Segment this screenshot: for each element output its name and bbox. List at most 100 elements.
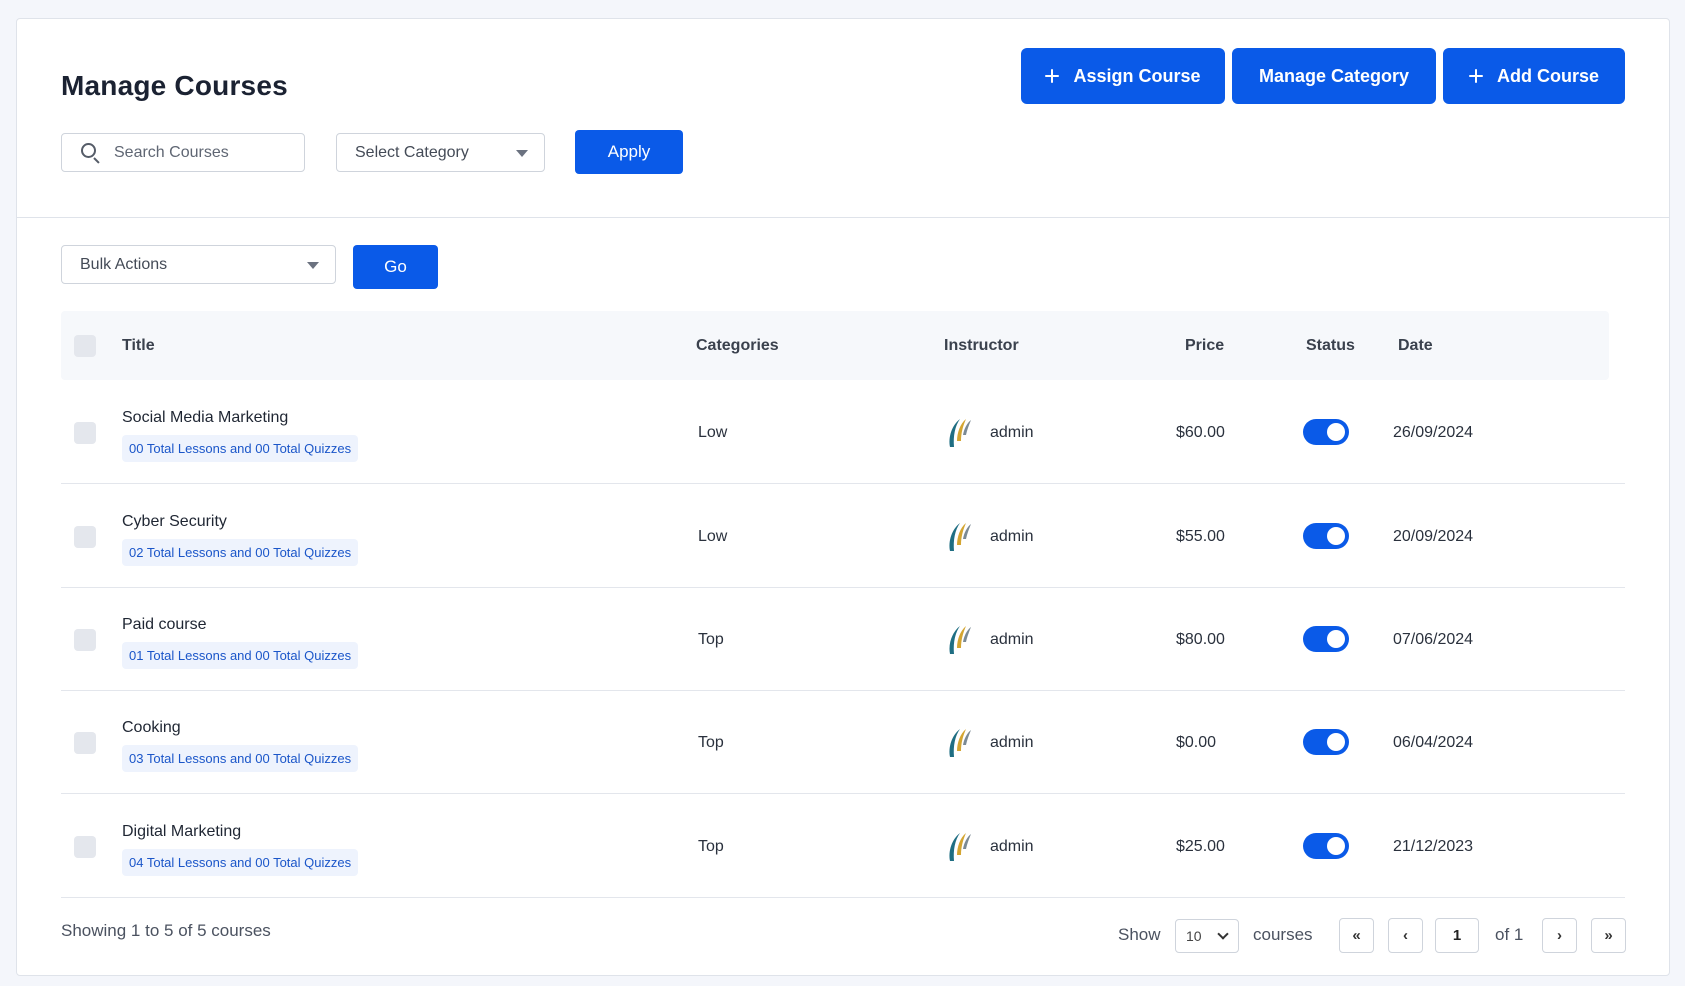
instructor-cell: admin [944,485,1034,588]
course-price: $55.00 [1176,527,1225,545]
manage-category-label: Manage Category [1258,65,1410,86]
add-course-button[interactable]: Add Course [1443,48,1625,104]
column-price: Price [1185,336,1225,354]
instructor-logo-icon [949,832,971,861]
instructor-logo-icon [949,728,971,757]
row-checkbox[interactable] [74,836,96,858]
instructor-name[interactable]: admin [990,424,1034,442]
add-course-label: Add Course [1496,65,1599,86]
course-date: 06/04/2024 [1393,733,1474,751]
course-title-link[interactable]: Digital Marketing [122,823,241,841]
table-row: Digital Marketing 04 Total Lessons and 0… [61,795,1625,898]
header-actions: Assign Course Manage Category Add Course [1021,48,1625,104]
row-checkbox[interactable] [74,629,96,651]
lesson-count-badge: 03 Total Lessons and 00 Total Quizzes [122,745,359,772]
row-checkbox[interactable] [74,526,96,548]
chevron-down-icon [1217,928,1229,940]
instructor-logo-icon [949,625,971,654]
apply-button[interactable]: Apply [575,130,683,174]
caret-down-icon [516,150,528,157]
column-status: Status [1306,336,1355,354]
course-category: Low [698,527,728,545]
manage-category-button[interactable]: Manage Category [1232,48,1436,104]
column-title[interactable]: Title [122,311,155,380]
instructor-logo-icon [949,418,971,447]
row-checkbox[interactable] [74,422,96,444]
per-page-value: 10 [1186,928,1202,944]
lesson-count-badge: 04 Total Lessons and 00 Total Quizzes [122,849,359,876]
instructor-cell: admin [944,795,1034,898]
course-category: Low [698,423,728,441]
category-select-value: Select Category [355,143,469,161]
first-page-button[interactable]: « [1339,918,1374,953]
caret-down-icon [307,262,319,269]
go-button[interactable]: Go [353,245,438,289]
course-price: $80.00 [1176,630,1225,648]
search-icon [80,142,102,164]
instructor-cell: admin [944,691,1034,794]
column-categories: Categories [696,336,779,354]
page-title: Manage Courses [61,70,288,101]
assign-course-button[interactable]: Assign Course [1021,48,1225,104]
course-date: 07/06/2024 [1393,630,1474,648]
page-number-input[interactable] [1435,918,1479,953]
table-row: Cooking 03 Total Lessons and 00 Total Qu… [61,691,1625,794]
status-toggle[interactable] [1303,833,1349,859]
course-date: 26/09/2024 [1393,423,1474,441]
course-title-link[interactable]: Paid course [122,616,207,634]
course-date: 21/12/2023 [1393,837,1474,855]
show-label: Show [1118,925,1161,944]
status-toggle[interactable] [1303,729,1349,755]
row-checkbox[interactable] [74,732,96,754]
course-title-link[interactable]: Social Media Marketing [122,409,288,427]
status-toggle[interactable] [1303,626,1349,652]
courses-label: courses [1253,925,1313,944]
instructor-cell: admin [944,381,1034,484]
assign-course-label: Assign Course [1073,65,1201,86]
course-price: $60.00 [1176,423,1225,441]
instructor-name[interactable]: admin [990,838,1034,856]
course-title-link[interactable]: Cyber Security [122,513,227,531]
next-page-button[interactable]: › [1542,918,1577,953]
instructor-logo-icon [949,522,971,551]
plus-icon [1468,69,1483,83]
courses-label-wrap: courses [1253,918,1313,952]
column-instructor: Instructor [944,336,1019,354]
show-label-wrap: Show [1118,918,1161,952]
search-input[interactable] [114,143,294,162]
column-date[interactable]: Date [1398,311,1433,380]
table-row: Social Media Marketing 00 Total Lessons … [61,381,1625,484]
table-row: Cyber Security 02 Total Lessons and 00 T… [61,485,1625,588]
status-toggle[interactable] [1303,419,1349,445]
course-category: Top [698,837,724,855]
course-title-link[interactable]: Cooking [122,719,181,737]
results-summary: Showing 1 to 5 of 5 courses [61,921,271,940]
course-date: 20/09/2024 [1393,527,1474,545]
instructor-name[interactable]: admin [990,528,1034,546]
search-field [61,133,305,172]
select-all-checkbox[interactable] [74,335,96,357]
prev-page-button[interactable]: ‹ [1388,918,1423,953]
page-total-wrap: of 1 [1495,918,1523,952]
instructor-cell: admin [944,588,1034,691]
course-category: Top [698,733,724,751]
table-header: Title Categories Instructor Price Status… [61,311,1609,380]
lesson-count-badge: 01 Total Lessons and 00 Total Quizzes [122,642,359,669]
last-page-button[interactable]: » [1591,918,1626,953]
course-category: Top [698,630,724,648]
section-divider [16,217,1670,218]
bulk-actions-select[interactable]: Bulk Actions [61,245,336,284]
lesson-count-badge: 00 Total Lessons and 00 Total Quizzes [122,435,359,462]
per-page-select[interactable]: 10 [1175,919,1239,953]
bulk-actions-value: Bulk Actions [80,255,168,273]
instructor-name[interactable]: admin [990,631,1034,649]
course-price: $0.00 [1176,733,1217,751]
table-row: Paid course 01 Total Lessons and 00 Tota… [61,588,1625,691]
plus-icon [1045,69,1060,83]
instructor-name[interactable]: admin [990,734,1034,752]
course-price: $25.00 [1176,837,1225,855]
page-total-label: of 1 [1495,925,1524,944]
status-toggle[interactable] [1303,523,1349,549]
category-select[interactable]: Select Category [336,133,545,172]
lesson-count-badge: 02 Total Lessons and 00 Total Quizzes [122,539,359,566]
